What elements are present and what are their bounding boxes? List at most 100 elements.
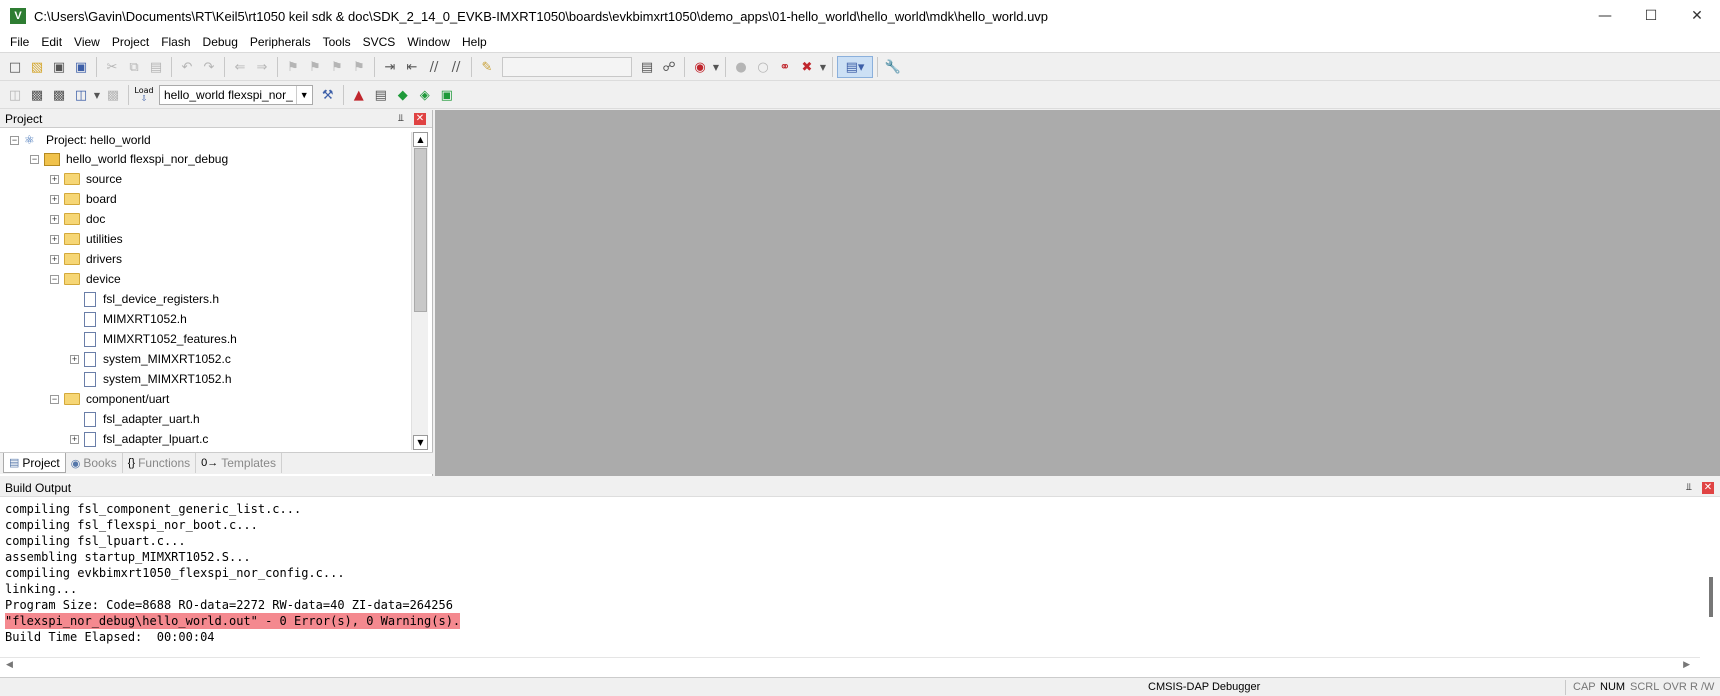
tree-item-project[interactable]: − ⚛ Project: hello_world	[10, 130, 151, 150]
prev-bookmark-icon[interactable]: ⚑	[304, 56, 326, 78]
tree-item-file[interactable]: fsl_adapter_uart.h	[70, 409, 200, 429]
disable-all-breakpoints-icon[interactable]: ⚭	[774, 56, 796, 78]
clear-bookmarks-icon[interactable]: ⚑	[348, 56, 370, 78]
menu-view[interactable]: View	[68, 33, 106, 51]
collapse-icon[interactable]: −	[10, 135, 19, 145]
scroll-up-icon[interactable]: ▲	[413, 132, 428, 147]
tree-item-file[interactable]: fsl_device_registers.h	[70, 289, 219, 309]
download-icon[interactable]: Load ⇩	[133, 84, 155, 106]
menu-debug[interactable]: Debug	[197, 33, 244, 51]
chevron-down-icon[interactable]: ▼	[92, 84, 102, 106]
expand-icon[interactable]: +	[50, 214, 59, 224]
tree-item-file[interactable]: MIMXRT1052.h	[70, 309, 187, 329]
bookmark-icon[interactable]: ⚑	[282, 56, 304, 78]
expand-icon[interactable]: +	[50, 174, 59, 184]
nav-back-icon[interactable]: ⇐	[229, 56, 251, 78]
open-file-icon[interactable]: ▧	[26, 56, 48, 78]
tree-item-file[interactable]: MIMXRT1052_features.h	[70, 329, 237, 349]
menu-svcs[interactable]: SVCS	[357, 33, 402, 51]
menu-help[interactable]: Help	[456, 33, 493, 51]
find-icon[interactable]: ▤	[636, 56, 658, 78]
maximize-button[interactable]: ☐	[1628, 0, 1674, 32]
editor-area[interactable]	[435, 110, 1720, 476]
expand-icon[interactable]: +	[50, 254, 59, 264]
scroll-down-icon[interactable]: ▼	[413, 435, 428, 450]
disable-breakpoint-icon[interactable]: ○	[752, 56, 774, 78]
tab-functions[interactable]: {} Functions	[123, 453, 197, 473]
collapse-icon[interactable]: −	[30, 154, 39, 164]
project-items-icon[interactable]: ▤	[370, 84, 392, 106]
configure-icon[interactable]: 🔧	[882, 56, 904, 78]
scroll-left-icon[interactable]: ◀	[6, 660, 13, 670]
build-output-hscrollbar[interactable]: ◀ ▶	[0, 657, 1700, 674]
expand-icon[interactable]: +	[50, 194, 59, 204]
copy-icon[interactable]: ⧉	[123, 56, 145, 78]
unindent-icon[interactable]: ⇤	[401, 56, 423, 78]
menu-file[interactable]: File	[4, 33, 35, 51]
expand-icon[interactable]: +	[70, 434, 79, 444]
build-output-scrollbar[interactable]	[1703, 501, 1720, 653]
comment-icon[interactable]: //	[423, 56, 445, 78]
tree-item-utilities[interactable]: + utilities	[50, 229, 123, 249]
translate-icon[interactable]: ◫	[4, 84, 26, 106]
find-combo[interactable]	[502, 57, 632, 77]
minimize-button[interactable]: —	[1582, 0, 1628, 32]
scroll-right-icon[interactable]: ▶	[1683, 660, 1690, 670]
build-output-text[interactable]: compiling fsl_component_generic_list.c..…	[5, 501, 1695, 653]
uncomment-icon[interactable]: //	[445, 56, 467, 78]
select-packs-icon[interactable]: ◆	[392, 84, 414, 106]
save-icon[interactable]: ▣	[48, 56, 70, 78]
run-time-env-icon[interactable]: ▣	[436, 84, 458, 106]
collapse-icon[interactable]: −	[50, 394, 59, 404]
pin-icon[interactable]: ⫫	[1683, 482, 1695, 494]
tree-item-drivers[interactable]: + drivers	[50, 249, 122, 269]
rebuild-icon[interactable]: ▩	[48, 84, 70, 106]
expand-icon[interactable]: +	[70, 354, 79, 364]
tree-item-file[interactable]: + system_MIMXRT1052.c	[70, 349, 231, 369]
expand-icon[interactable]: +	[50, 234, 59, 244]
menu-edit[interactable]: Edit	[35, 33, 68, 51]
tree-item-file[interactable]: system_MIMXRT1052.h	[70, 369, 232, 389]
build-icon[interactable]: ▩	[26, 84, 48, 106]
menu-flash[interactable]: Flash	[155, 33, 196, 51]
menu-tools[interactable]: Tools	[317, 33, 357, 51]
menu-project[interactable]: Project	[106, 33, 155, 51]
nav-forward-icon[interactable]: ⇒	[251, 56, 273, 78]
tree-item-device[interactable]: − device	[50, 269, 121, 289]
menu-peripherals[interactable]: Peripherals	[244, 33, 317, 51]
menu-window[interactable]: Window	[401, 33, 456, 51]
indent-icon[interactable]: ⇥	[379, 56, 401, 78]
close-icon[interactable]: ✕	[414, 113, 426, 125]
project-tree-scrollbar[interactable]: ▲ ▼	[411, 132, 428, 450]
close-window-button[interactable]: ✕	[1674, 0, 1720, 32]
manage-components-icon[interactable]: ▲	[348, 84, 370, 106]
target-options-icon[interactable]: ⚒	[317, 84, 339, 106]
scroll-thumb[interactable]	[414, 148, 427, 312]
tree-item-file[interactable]: + fsl_adapter_lpuart.c	[70, 429, 208, 449]
new-file-icon[interactable]: □	[4, 56, 26, 78]
kill-breakpoints-icon[interactable]: ✖	[796, 56, 818, 78]
tree-item-component-uart[interactable]: − component/uart	[50, 389, 169, 409]
close-icon[interactable]: ✕	[1702, 482, 1714, 494]
next-bookmark-icon[interactable]: ⚑	[326, 56, 348, 78]
pin-icon[interactable]: ⫫	[395, 113, 407, 125]
tab-templates[interactable]: 0→ Templates	[196, 453, 282, 473]
debug-session-icon[interactable]: ◉	[689, 56, 711, 78]
paste-icon[interactable]: ▤	[145, 56, 167, 78]
breakpoint-icon[interactable]: ●	[730, 56, 752, 78]
target-select[interactable]: hello_world flexspi_nor_ ▼	[159, 85, 313, 105]
tree-item-target[interactable]: − hello_world flexspi_nor_debug	[30, 149, 228, 169]
undo-icon[interactable]: ↶	[176, 56, 198, 78]
tree-item-doc[interactable]: + doc	[50, 209, 105, 229]
save-all-icon[interactable]: ▣	[70, 56, 92, 78]
tab-project[interactable]: ▤ Project	[3, 453, 66, 473]
chevron-down-icon[interactable]: ▼	[818, 56, 828, 78]
batch-build-icon[interactable]: ◫	[70, 84, 92, 106]
find-in-files-icon[interactable]: ✎	[476, 56, 498, 78]
tree-item-source[interactable]: + source	[50, 169, 122, 189]
collapse-icon[interactable]: −	[50, 274, 59, 284]
cut-icon[interactable]: ✂	[101, 56, 123, 78]
chevron-down-icon[interactable]: ▼	[711, 56, 721, 78]
tree-item-board[interactable]: + board	[50, 189, 117, 209]
window-layout-icon[interactable]: ▤▾	[837, 56, 873, 78]
